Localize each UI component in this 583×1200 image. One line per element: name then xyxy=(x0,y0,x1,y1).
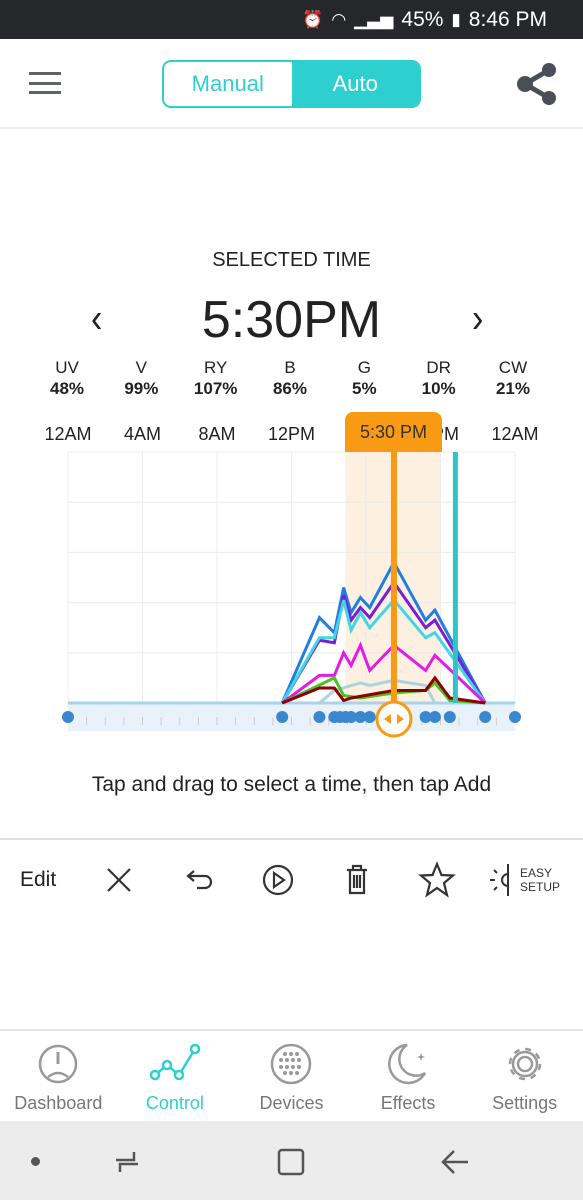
schedule-point[interactable] xyxy=(276,711,289,723)
clock: 8:46 PM xyxy=(468,7,547,31)
signal-icon: ▁▃▅ xyxy=(354,9,394,29)
close-icon[interactable] xyxy=(106,860,132,900)
nav-effects[interactable]: Effects xyxy=(350,1031,467,1121)
auto-mode-button[interactable]: Auto xyxy=(291,62,419,106)
channel-levels: UV 48% V 99% RY 107% B 86% G 5% DR 10% CW 21% xyxy=(30,357,550,399)
channel-dr: DR 10% xyxy=(402,357,476,399)
easy-setup-label: SETUP xyxy=(520,880,561,894)
channel-uv: UV 48% xyxy=(30,357,104,399)
nav-settings[interactable]: Settings xyxy=(466,1031,583,1121)
nav-dashboard[interactable]: Dashboard xyxy=(0,1031,117,1121)
manual-mode-button[interactable]: Manual xyxy=(164,62,292,106)
channel-name: DR xyxy=(426,358,451,377)
hamburger-icon[interactable] xyxy=(29,72,61,94)
bottom-nav: Dashboard Control Devices Effects Settin… xyxy=(0,1029,583,1121)
channel-ry: RY 107% xyxy=(179,357,253,399)
selected-time-title: SELECTED TIME xyxy=(212,249,371,271)
nav-control[interactable]: Control xyxy=(117,1031,234,1121)
gear-icon xyxy=(508,1047,541,1081)
gauge-icon xyxy=(39,1044,78,1084)
schedule-point[interactable] xyxy=(443,711,456,723)
wifi-icon: ◠ xyxy=(331,9,347,29)
share-icon[interactable] xyxy=(515,61,559,107)
undo-icon[interactable] xyxy=(185,860,215,900)
selected-time-bubble[interactable]: 5:30 PM xyxy=(345,412,442,452)
channel-g: G 5% xyxy=(327,357,401,399)
channel-value: 5% xyxy=(352,379,377,398)
devices-icon xyxy=(271,1043,312,1085)
system-nav-bar xyxy=(0,1121,583,1200)
moon-stars-icon xyxy=(388,1043,427,1085)
schedule-point[interactable] xyxy=(509,711,521,723)
edit-toolbar: Edit EASY SETUP xyxy=(0,838,583,920)
channel-name: B xyxy=(284,358,296,377)
drag-handle[interactable] xyxy=(375,700,413,738)
alarm-icon: ⏰ xyxy=(302,9,324,29)
easy-setup-label: EASY xyxy=(520,866,553,880)
channel-name: CW xyxy=(498,358,528,377)
channel-value: 86% xyxy=(272,379,307,398)
channel-value: 99% xyxy=(124,379,159,398)
home-icon[interactable] xyxy=(276,1147,306,1177)
line-chart-icon xyxy=(149,1043,201,1081)
channel-name: RY xyxy=(204,358,228,377)
chevron-right-icon[interactable]: › xyxy=(472,296,483,343)
trash-icon[interactable] xyxy=(344,860,370,900)
nav-label: Dashboard xyxy=(14,1093,103,1113)
channel-cw: CW 21% xyxy=(476,357,550,399)
star-icon[interactable] xyxy=(418,860,456,900)
mode-toggle[interactable]: Manual Auto xyxy=(162,60,421,108)
edit-button[interactable]: Edit xyxy=(20,860,56,900)
schedule-point[interactable] xyxy=(62,711,74,723)
schedule-point[interactable] xyxy=(363,711,376,723)
channel-v: V 99% xyxy=(104,357,178,399)
app-bar: Manual Auto xyxy=(0,39,583,129)
schedule-chart[interactable] xyxy=(0,440,583,740)
channel-value: 107% xyxy=(193,379,238,398)
channel-b: B 86% xyxy=(253,357,327,399)
channel-name: G xyxy=(357,358,371,377)
nav-label: Settings xyxy=(492,1093,558,1113)
nav-devices[interactable]: Devices xyxy=(233,1031,350,1121)
channel-name: UV xyxy=(55,358,79,377)
back-icon[interactable] xyxy=(440,1148,470,1176)
channel-value: 48% xyxy=(49,379,85,398)
channel-value: 10% xyxy=(421,379,456,398)
brightness-icon xyxy=(490,864,509,896)
easy-setup-button[interactable]: EASY SETUP xyxy=(488,860,560,900)
status-bar: ⏰ ◠ ▁▃▅ 45% ▮ 8:46 PM xyxy=(0,0,583,39)
recents-icon[interactable] xyxy=(112,1148,142,1176)
nav-label: Effects xyxy=(380,1093,436,1113)
nav-label: Devices xyxy=(259,1093,324,1113)
channel-value: 21% xyxy=(495,379,530,398)
play-icon[interactable] xyxy=(261,860,295,900)
channel-name: V xyxy=(135,358,147,377)
battery-icon: ▮ xyxy=(451,9,461,29)
nav-label: Control xyxy=(145,1093,204,1113)
battery-percent: 45% xyxy=(401,7,444,31)
schedule-point[interactable] xyxy=(479,711,492,723)
selected-time: 5:30PM xyxy=(201,291,382,349)
schedule-point[interactable] xyxy=(313,711,326,723)
hint-text: Tap and drag to select a time, then tap … xyxy=(91,773,492,796)
schedule-point[interactable] xyxy=(428,711,441,723)
dot-icon xyxy=(31,1157,40,1166)
